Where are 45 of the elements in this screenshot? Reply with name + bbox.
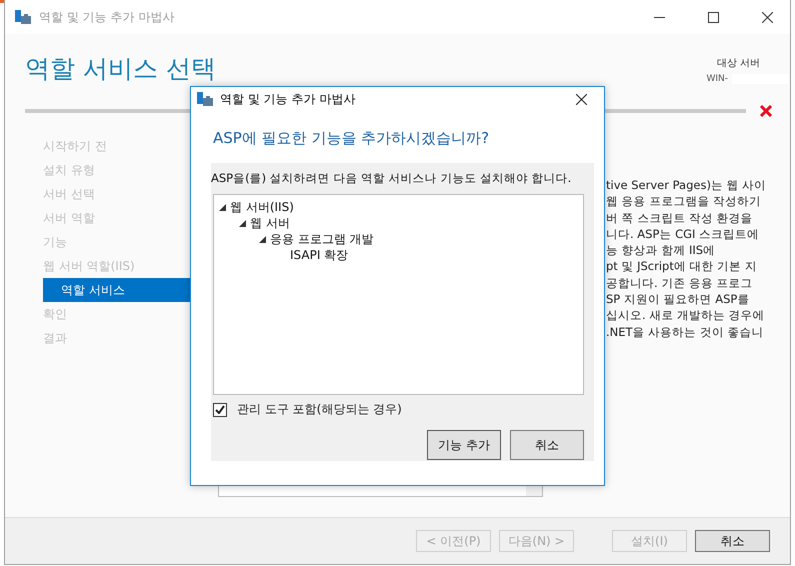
description-text: 니다. ASP는 CGI 스크립트에 (606, 226, 760, 242)
dialog-button[interactable]: 취소 (510, 430, 584, 460)
description-text: 능 향상과 함께 IIS에 (606, 242, 716, 258)
description-text: .NET을 사용하는 것이 좋습니 (606, 324, 764, 340)
wizard-button[interactable]: 취소 (695, 530, 770, 552)
feature-tree[interactable]: 웹 서버(IIS) 웹 서버 응용 프로그램 개발 ISAPI 확장 (213, 194, 584, 395)
sidebar-item[interactable]: 설치 유형 (43, 158, 190, 182)
expanded-triangle-icon[interactable] (258, 236, 266, 242)
sidebar-item[interactable]: 확인 (43, 302, 190, 326)
tree-item: 웹 서버 (250, 214, 290, 232)
description-text: pt 및 JScript에 대한 기본 지 (606, 258, 757, 275)
tree-item: 웹 서버(IIS) (230, 198, 294, 216)
checkbox[interactable] (213, 402, 227, 416)
dialog-title: 역할 및 기능 추가 마법사 (220, 90, 356, 108)
description-text: SP 지원이 필요하면 ASP를 (606, 291, 750, 308)
target-server-name: WIN- (706, 74, 788, 84)
expanded-triangle-icon[interactable] (218, 204, 226, 210)
maximize-icon[interactable] (708, 12, 718, 22)
description-text: 공합니다. 기존 응용 프로그 (606, 274, 753, 292)
close-icon[interactable] (576, 94, 586, 104)
server-toolbox-icon (15, 10, 31, 24)
sidebar-item[interactable]: 서버 역할 (43, 206, 190, 230)
sidebar-item[interactable]: 시작하기 전 (43, 134, 190, 158)
sidebar-item[interactable]: 서버 선택 (43, 182, 190, 206)
tree-item: 응용 프로그램 개발 (270, 230, 374, 248)
sidebar-item[interactable]: 역할 서비스 (43, 278, 190, 302)
checkbox-label[interactable]: 관리 도구 포함(해당되는 경우) (237, 401, 402, 418)
close-icon[interactable] (762, 12, 772, 22)
server-toolbox-icon (197, 92, 213, 106)
dialog-heading: ASP에 필요한 기능을 추가하시겠습니까? (212, 128, 490, 149)
page-title: 역할 서비스 선택 (25, 53, 217, 85)
sidebar-item[interactable]: 결과 (43, 326, 190, 350)
sidebar-item[interactable]: 기능 (43, 230, 190, 254)
window-title: 역할 및 기능 추가 마법사 (39, 8, 176, 26)
tree-item: ISAPI 확장 (290, 246, 348, 264)
sidebar-item[interactable]: 웹 서버 역할(IIS) (43, 254, 190, 278)
target-server-label: 대상 서버 (716, 57, 760, 70)
dialog-button[interactable]: 기능 추가 (427, 430, 501, 460)
description-text: 버 쪽 스크립트 작성 환경을 (606, 210, 753, 226)
minimize-icon[interactable] (654, 16, 664, 18)
dialog-message: ASP을(를) 설치하려면 다음 역할 서비스나 기능도 설치해야 합니다. (211, 170, 572, 187)
expanded-triangle-icon[interactable] (238, 220, 246, 226)
description-text: 십시오. 새로 개발하는 경우에 (606, 307, 765, 324)
description-text: tive Server Pages)는 웹 사이 (606, 177, 766, 194)
description-text: 웹 응용 프로그램을 작성하기 (606, 193, 761, 210)
